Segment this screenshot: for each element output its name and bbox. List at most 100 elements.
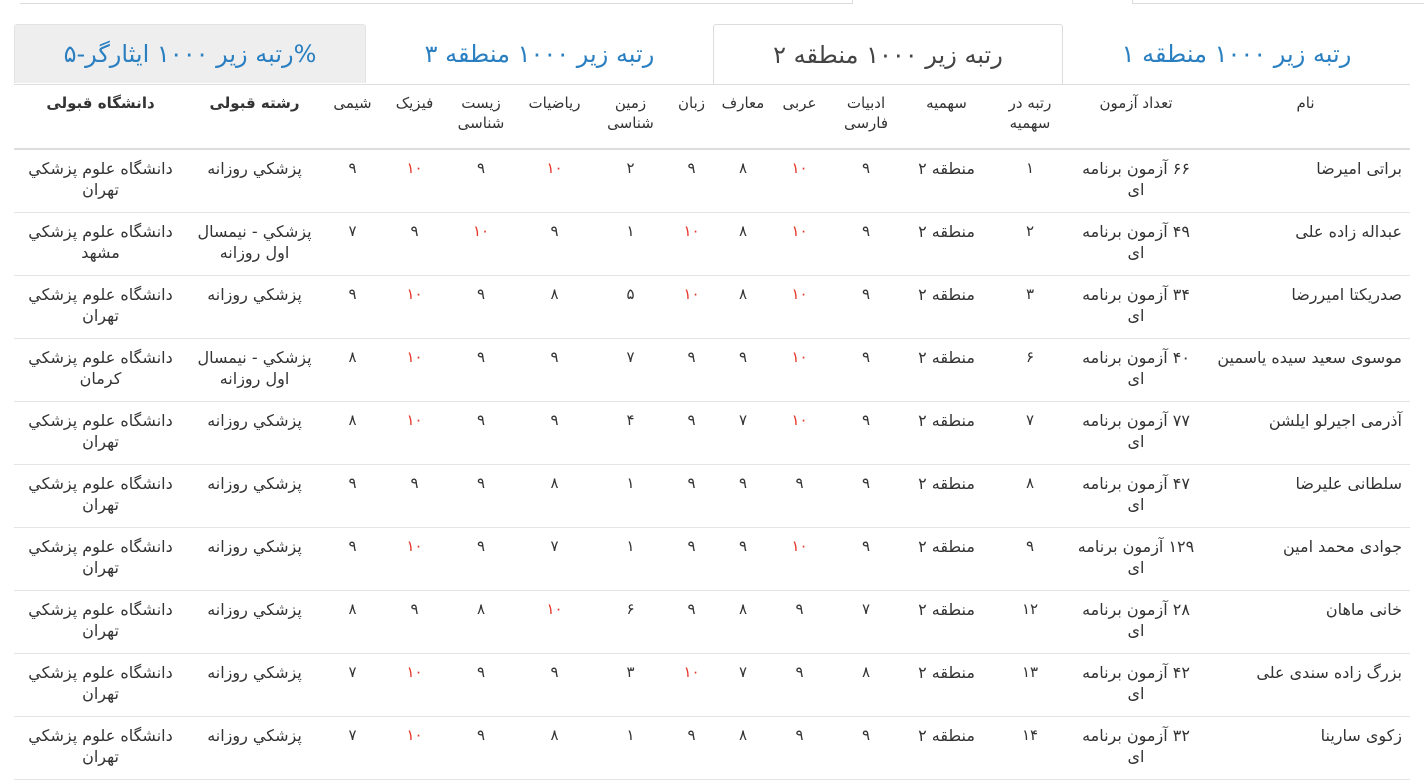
col-english-cell: ۹ [668,590,715,654]
table-body: براتی امیرضا ۶۶ آزمون برنامه ای ۱ منطقه ۲۹۱… [14,148,1410,780]
col-university-cell: دانشگاه علوم پزشكي تهران [14,653,187,717]
col-arabic-cell: ۹ [771,653,828,717]
col-quota-cell: منطقه ۲ [904,338,989,402]
col-persian-lit-cell: ۹ [828,464,904,528]
col-biology-cell: ۹ [446,653,516,717]
table-row: آذرمی اجیرلو ایلشن ۷۷ آزمون برنامه ای ۷ منط… [14,401,1410,465]
col-exam-count-cell: ۴۷ آزمون برنامه ای [1071,464,1201,528]
col-quota-cell: منطقه ۲ [904,653,989,717]
col-quota-rank-cell: ۱ [989,148,1071,213]
col-university-cell: دانشگاه علوم پزشكي تهران [14,716,187,780]
col-name-cell: موسوی سعید سیده یاسمین [1201,338,1410,402]
col-quota-cell: منطقه ۲ [904,716,989,780]
top-divider-left [20,0,853,4]
col-english-cell: ۹ [668,464,715,528]
col-english-cell: ۱۰ [668,275,715,339]
col-persian-lit-cell: ۹ [828,527,904,591]
col-major-cell: پزشكي - نيمسال اول روزانه [187,338,322,402]
col-biology-cell: ۹ [446,148,516,213]
col-physics-header: فیزیک [383,85,446,150]
col-quota-header: سهمیه [904,85,989,150]
col-math-cell: ۷ [516,527,593,591]
col-arabic-cell: ۹ [771,716,828,780]
col-physics-cell: ۱۰ [383,148,446,213]
tab-region-3[interactable]: رتبه زیر ۱۰۰۰ منطقه ۳ [366,24,713,83]
col-quota-cell: منطقه ۲ [904,148,989,213]
col-exam-count-cell: ۱۲۹ آزمون برنامه ای [1071,527,1201,591]
col-biology-cell: ۹ [446,527,516,591]
col-arabic-cell: ۱۰ [771,527,828,591]
col-exam-count-cell: ۴۹ آزمون برنامه ای [1071,212,1201,276]
col-chemistry-cell: ۷ [322,716,383,780]
col-physics-cell: ۹ [383,590,446,654]
col-quota-cell: منطقه ۲ [904,401,989,465]
col-arabic-cell: ۹ [771,590,828,654]
col-religion-cell: ۸ [715,716,771,780]
col-name-cell: آذرمی اجیرلو ایلشن [1201,401,1410,465]
col-exam-count-cell: ۲۸ آزمون برنامه ای [1071,590,1201,654]
col-geology-cell: ۶ [593,590,668,654]
col-physics-cell: ۱۰ [383,653,446,717]
col-university-header: دانشگاه قبولی [14,85,187,150]
col-quota-rank-cell: ۹ [989,527,1071,591]
col-english-header: زبان [668,85,715,150]
col-university-cell: دانشگاه علوم پزشكي مشهد [14,212,187,276]
col-religion-cell: ۸ [715,148,771,213]
col-quota-cell: منطقه ۲ [904,212,989,276]
col-university-cell: دانشگاه علوم پزشكي كرمان [14,338,187,402]
col-arabic-header: عربی [771,85,828,150]
col-physics-cell: ۱۰ [383,527,446,591]
table-row: جوادی محمد امین ۱۲۹ آزمون برنامه ای ۹ منطقه… [14,527,1410,591]
col-major-header: رشته قبولی [187,85,322,150]
col-geology-cell: ۵ [593,275,668,339]
col-physics-cell: ۱۰ [383,716,446,780]
col-quota-rank-cell: ۱۴ [989,716,1071,780]
col-exam-count-header: تعداد آزمون [1071,85,1201,150]
table-row: سلطانی علیرضا ۴۷ آزمون برنامه ای ۸ منطقه ۲۹… [14,464,1410,528]
col-persian-lit-cell: ۹ [828,401,904,465]
col-quota-rank-cell: ۷ [989,401,1071,465]
table-row: بزرگ زاده سندی علی ۴۲ آزمون برنامه ای ۱۳ من… [14,653,1410,717]
col-quota-cell: منطقه ۲ [904,464,989,528]
col-chemistry-cell: ۸ [322,590,383,654]
col-quota-rank-cell: ۸ [989,464,1071,528]
col-physics-cell: ۱۰ [383,338,446,402]
col-religion-cell: ۷ [715,653,771,717]
col-biology-cell: ۹ [446,464,516,528]
region-tabs: رتبه زیر ۱۰۰۰ منطقه ۱ رتبه زیر ۱۰۰۰ منطق… [14,24,1410,85]
col-arabic-cell: ۱۰ [771,338,828,402]
tab-region-1[interactable]: رتبه زیر ۱۰۰۰ منطقه ۱ [1063,24,1410,83]
table-row: صدریکتا امیررضا ۳۴ آزمون برنامه ای ۳ منطقه … [14,275,1410,339]
col-biology-cell: ۱۰ [446,212,516,276]
col-quota-rank-cell: ۲ [989,212,1071,276]
col-religion-cell: ۷ [715,401,771,465]
top-strip [0,0,1424,22]
col-math-cell: ۹ [516,401,593,465]
tab-isargar[interactable]: رتبه زیر ۱۰۰۰ ایثارگر-۵% [14,24,366,83]
col-biology-header: زیست شناسی [446,85,516,150]
col-math-cell: ۸ [516,716,593,780]
table-row: موسوی سعید سیده یاسمین ۴۰ آزمون برنامه ای… [14,338,1410,402]
col-chemistry-cell: ۷ [322,212,383,276]
col-math-cell: ۸ [516,275,593,339]
col-math-cell: ۹ [516,653,593,717]
col-persian-lit-cell: ۹ [828,275,904,339]
col-persian-lit-cell: ۹ [828,716,904,780]
tab-region-2-active[interactable]: رتبه زیر ۱۰۰۰ منطقه ۲ [713,24,1063,84]
col-geology-cell: ۲ [593,148,668,213]
col-physics-cell: ۱۰ [383,401,446,465]
col-exam-count-cell: ۴۲ آزمون برنامه ای [1071,653,1201,717]
col-physics-cell: ۹ [383,212,446,276]
col-religion-cell: ۹ [715,527,771,591]
col-quota-rank-cell: ۳ [989,275,1071,339]
col-persian-lit-cell: ۸ [828,653,904,717]
table-row: خانی ماهان ۲۸ آزمون برنامه ای ۱۲ منطقه ۲۷۹۸… [14,590,1410,654]
results-table-container: نام تعداد آزمون رتبه در سهمیه سهمیه ادبیات ف… [14,85,1410,780]
col-chemistry-cell: ۸ [322,338,383,402]
table-header-row: نام تعداد آزمون رتبه در سهمیه سهمیه ادبیات ف… [14,85,1410,150]
col-english-cell: ۹ [668,148,715,213]
table-row: عبداله زاده علی ۴۹ آزمون برنامه ای ۲ منطقه … [14,212,1410,276]
col-quota-cell: منطقه ۲ [904,590,989,654]
col-exam-count-cell: ۶۶ آزمون برنامه ای [1071,148,1201,213]
col-major-cell: پزشكي - نيمسال اول روزانه [187,212,322,276]
